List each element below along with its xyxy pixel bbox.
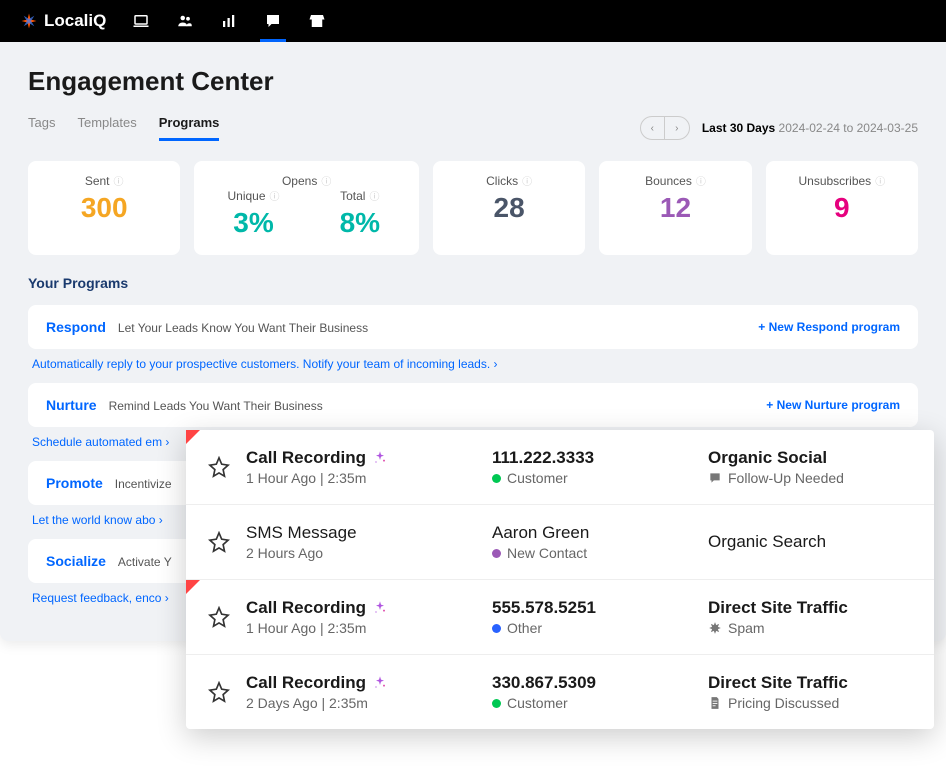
lead-status: Other	[492, 620, 692, 636]
stat-bounces: Bounces 12	[599, 161, 751, 255]
next-period-button[interactable]: ›	[665, 117, 689, 139]
lead-contact: 111.222.3333	[492, 448, 692, 468]
lead-contact: 330.867.5309	[492, 673, 692, 693]
new-program-link[interactable]: New Nurture program	[766, 398, 900, 412]
stat-opens-unique-value: 3%	[210, 207, 296, 239]
sparkle-icon	[372, 450, 388, 466]
logo-mark-icon	[20, 12, 38, 30]
corner-flag-icon	[186, 430, 200, 444]
lead-status: Customer	[492, 695, 692, 711]
lead-tag: Pricing Discussed	[708, 695, 912, 711]
program-name[interactable]: Nurture	[46, 397, 97, 413]
laptop-icon[interactable]	[132, 12, 150, 30]
brand-logo[interactable]: LocaliQ	[20, 11, 106, 31]
lead-contact: Aaron Green	[492, 523, 692, 543]
status-dot-icon	[492, 624, 501, 633]
users-icon[interactable]	[176, 12, 194, 30]
program-name[interactable]: Promote	[46, 475, 103, 491]
lead-source: Direct Site Traffic	[708, 598, 912, 618]
tab-templates[interactable]: Templates	[77, 115, 136, 141]
program-desc: Incentivize	[115, 477, 172, 491]
lead-title: Call Recording	[246, 598, 476, 618]
status-dot-icon	[492, 549, 501, 558]
new-program-link[interactable]: New Respond program	[758, 320, 900, 334]
stat-bounces-label: Bounces	[615, 173, 735, 188]
star-icon[interactable]	[208, 456, 230, 478]
star-icon[interactable]	[208, 606, 230, 628]
stat-opens-total-label: Total	[317, 188, 403, 203]
status-dot-icon	[492, 474, 501, 483]
brand-name: LocaliQ	[44, 11, 106, 31]
sparkle-icon	[372, 600, 388, 616]
stats-row: Sent 300 Opens Unique 3% Total 8% Clicks…	[28, 161, 918, 255]
lead-contact: 555.578.5251	[492, 598, 692, 618]
stat-unsubs: Unsubscribes 9	[766, 161, 918, 255]
chart-icon[interactable]	[220, 12, 238, 30]
lead-title: SMS Message	[246, 523, 476, 543]
lead-row[interactable]: Call Recording 1 Hour Ago | 2:35m 111.22…	[186, 430, 934, 505]
status-dot-icon	[492, 699, 501, 708]
stat-opens-label: Opens	[210, 173, 403, 188]
stat-clicks: Clicks 28	[433, 161, 585, 255]
program-name[interactable]: Socialize	[46, 553, 106, 569]
lead-row[interactable]: Call Recording 1 Hour Ago | 2:35m 555.57…	[186, 580, 934, 655]
burst-icon	[708, 621, 722, 635]
program-card: Respond Let Your Leads Know You Want The…	[28, 305, 918, 349]
lead-tag: Spam	[708, 620, 912, 636]
tab-tags[interactable]: Tags	[28, 115, 55, 141]
prev-period-button[interactable]: ‹	[641, 117, 665, 139]
sparkle-icon	[372, 675, 388, 691]
date-arrows: ‹ ›	[640, 116, 690, 140]
lead-timestamp: 1 Hour Ago | 2:35m	[246, 470, 476, 486]
program-desc: Activate Y	[118, 555, 172, 569]
stat-unsubs-value: 9	[782, 192, 902, 224]
date-range-label[interactable]: Last 30 Days 2024-02-24 to 2024-03-25	[702, 121, 918, 135]
controls-row: Tags Templates Programs ‹ › Last 30 Days…	[28, 115, 918, 141]
star-icon[interactable]	[208, 531, 230, 553]
stat-bounces-value: 12	[615, 192, 735, 224]
document-icon	[708, 696, 722, 710]
program-desc: Remind Leads You Want Their Business	[109, 399, 323, 413]
lead-timestamp: 2 Hours Ago	[246, 545, 476, 561]
program-desc: Let Your Leads Know You Want Their Busin…	[118, 321, 368, 335]
stat-sent-label: Sent	[44, 173, 164, 188]
lead-row[interactable]: SMS Message 2 Hours Ago Aaron Green New …	[186, 505, 934, 580]
stat-sent: Sent 300	[28, 161, 180, 255]
program-card: Nurture Remind Leads You Want Their Busi…	[28, 383, 918, 427]
chat-icon[interactable]	[264, 12, 282, 30]
stat-opens-unique-label: Unique	[210, 188, 296, 203]
lead-tag: Follow-Up Needed	[708, 470, 912, 486]
stat-sent-value: 300	[44, 192, 164, 224]
lead-title: Call Recording	[246, 448, 476, 468]
stat-clicks-label: Clicks	[449, 173, 569, 188]
corner-flag-icon	[186, 580, 200, 594]
date-preset: Last 30 Days	[702, 121, 775, 135]
page-title: Engagement Center	[28, 66, 918, 97]
stat-opens: Opens Unique 3% Total 8%	[194, 161, 419, 255]
program-sublink[interactable]: Automatically reply to your prospective …	[28, 357, 918, 371]
lead-status: New Contact	[492, 545, 692, 561]
leads-overlay-panel: Call Recording 1 Hour Ago | 2:35m 111.22…	[186, 430, 934, 729]
stat-clicks-value: 28	[449, 192, 569, 224]
lead-status: Customer	[492, 470, 692, 486]
lead-source: Direct Site Traffic	[708, 673, 912, 693]
tab-programs[interactable]: Programs	[159, 115, 220, 141]
top-navbar: LocaliQ	[0, 0, 946, 42]
date-range: 2024-02-24 to 2024-03-25	[779, 121, 918, 135]
lead-timestamp: 1 Hour Ago | 2:35m	[246, 620, 476, 636]
lead-source: Organic Search	[708, 532, 912, 552]
tab-list: Tags Templates Programs	[28, 115, 219, 141]
store-icon[interactable]	[308, 12, 326, 30]
date-controls: ‹ › Last 30 Days 2024-02-24 to 2024-03-2…	[640, 116, 918, 140]
programs-section-title: Your Programs	[28, 275, 918, 291]
star-icon[interactable]	[208, 681, 230, 703]
stat-unsubs-label: Unsubscribes	[782, 173, 902, 188]
lead-title: Call Recording	[246, 673, 476, 693]
lead-timestamp: 2 Days Ago | 2:35m	[246, 695, 476, 711]
chat-bubble-icon	[708, 471, 722, 485]
lead-source: Organic Social	[708, 448, 912, 468]
program-name[interactable]: Respond	[46, 319, 106, 335]
lead-row[interactable]: Call Recording 2 Days Ago | 2:35m 330.86…	[186, 655, 934, 729]
stat-opens-total-value: 8%	[317, 207, 403, 239]
